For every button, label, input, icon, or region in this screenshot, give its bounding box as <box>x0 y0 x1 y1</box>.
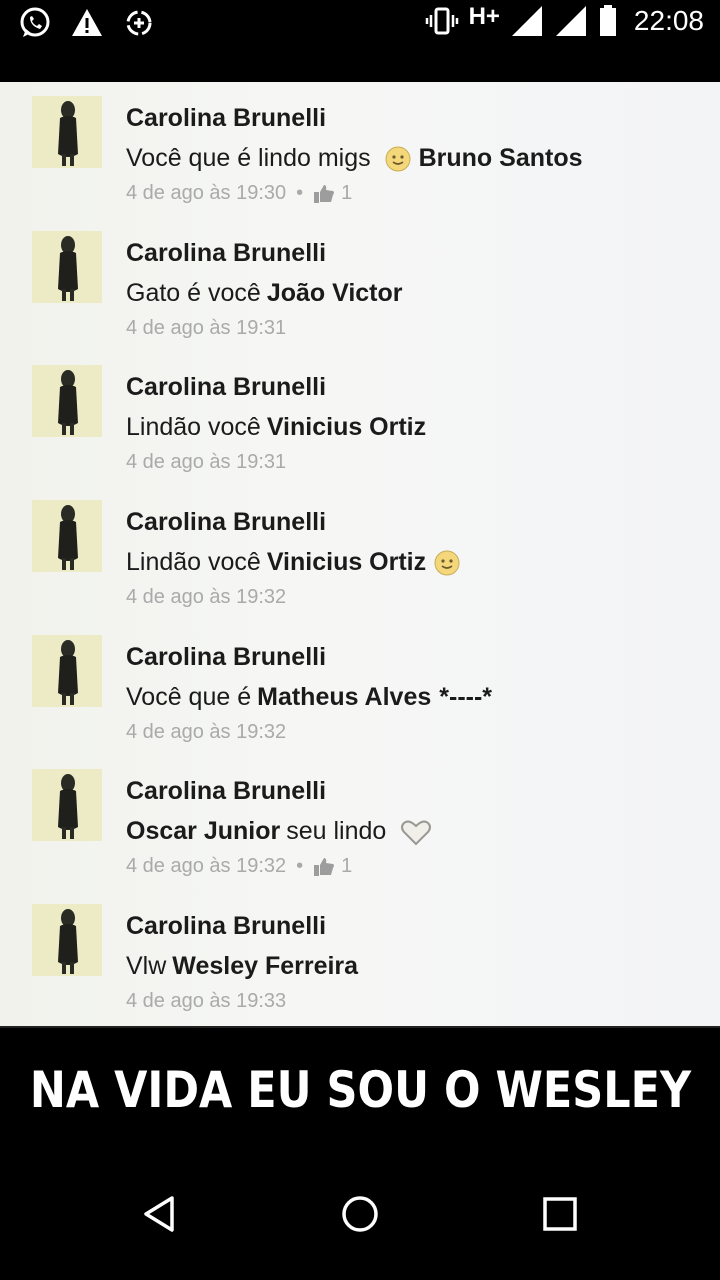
comment-meta: 4 de ago às 19:32 • 1 <box>126 855 352 878</box>
home-circle-icon <box>340 1194 380 1239</box>
comment-timestamp[interactable]: 4 de ago às 19:32 <box>126 721 286 744</box>
comment-text: Lindão você Vinicius Ortiz <box>126 413 426 442</box>
mention-link[interactable]: João Victor <box>267 279 403 308</box>
comment-timestamp[interactable]: 4 de ago às 19:31 <box>126 317 286 340</box>
comment-timestamp[interactable]: 4 de ago às 19:30 <box>126 182 286 205</box>
comment-author[interactable]: Carolina Brunelli <box>126 912 326 941</box>
meme-caption: NA VIDA EU SOU O WESLEY <box>0 1026 720 1152</box>
recents-button[interactable] <box>530 1186 590 1246</box>
comment-timestamp[interactable]: 4 de ago às 19:32 <box>126 855 286 878</box>
mention-link[interactable]: Bruno Santos <box>419 144 583 173</box>
avatar[interactable] <box>32 231 102 303</box>
comment-feed: Carolina Brunelli Você que é lindo migs … <box>0 82 720 1026</box>
data-saver-icon <box>122 6 156 40</box>
comment-timestamp[interactable]: 4 de ago às 19:31 <box>126 451 286 474</box>
comment-meta: 4 de ago às 19:32 <box>126 586 286 609</box>
comment: Carolina Brunelli Oscar Junior seu lindo… <box>0 755 720 889</box>
comment-body: Vlw <box>126 952 167 980</box>
clock: 22:08 <box>633 5 704 36</box>
comment-body: seu lindo <box>286 817 387 845</box>
comment-body: Lindão você <box>126 548 261 576</box>
avatar[interactable] <box>32 96 102 168</box>
heart-icon <box>400 818 432 846</box>
mention-link[interactable]: Vinicius Ortiz <box>267 548 426 577</box>
avatar[interactable] <box>32 769 102 841</box>
comment-body: Você que é <box>126 683 252 711</box>
comment-author[interactable]: Carolina Brunelli <box>126 777 326 806</box>
status-bar: H+ 22:08 <box>0 0 720 52</box>
back-triangle-icon <box>140 1194 180 1239</box>
comment-emoticon: *----* <box>439 683 493 711</box>
vibrate-icon <box>425 4 459 38</box>
smile-emoji-icon <box>434 550 460 576</box>
comment-author[interactable]: Carolina Brunelli <box>126 239 326 268</box>
comment-meta: 4 de ago às 19:32 <box>126 721 286 744</box>
comment: Carolina Brunelli Lindão você Vinicius O… <box>0 351 720 485</box>
comment-text: Gato é você João Victor <box>126 279 403 308</box>
avatar[interactable] <box>32 635 102 707</box>
comment-body: Você que é lindo migs <box>126 144 371 172</box>
mention-link[interactable]: Oscar Junior <box>126 817 280 846</box>
comment-meta: 4 de ago às 19:30 • 1 <box>126 182 352 205</box>
network-type: H+ <box>468 3 500 30</box>
comment-timestamp[interactable]: 4 de ago às 19:33 <box>126 990 286 1013</box>
comment-text: Você que é Matheus Alves *----* <box>126 683 492 712</box>
comment-author[interactable]: Carolina Brunelli <box>126 643 326 672</box>
thumbs-up-icon <box>313 184 335 204</box>
avatar[interactable] <box>32 904 102 976</box>
navigation-bar <box>0 1152 720 1280</box>
comment-body: Gato é você <box>126 279 261 307</box>
smile-emoji-icon <box>385 146 411 172</box>
comment-author[interactable]: Carolina Brunelli <box>126 508 326 537</box>
mention-link[interactable]: Vinicius Ortiz <box>267 413 426 442</box>
comment: Carolina Brunelli Vlw Wesley Ferreira 4 … <box>0 890 720 1024</box>
recents-square-icon <box>540 1194 580 1239</box>
comment-body: Lindão você <box>126 413 261 441</box>
warning-icon <box>70 6 104 40</box>
caption-text: NA VIDA EU SOU O WESLEY <box>29 1061 691 1119</box>
comment: Carolina Brunelli Gato é você João Victo… <box>0 217 720 351</box>
meta-separator: • <box>296 182 304 204</box>
avatar[interactable] <box>32 365 102 437</box>
comment-author[interactable]: Carolina Brunelli <box>126 373 326 402</box>
meta-separator: • <box>296 855 304 877</box>
back-button[interactable] <box>130 1186 190 1246</box>
mention-link[interactable]: Matheus Alves <box>257 683 431 712</box>
whatsapp-icon <box>18 6 52 40</box>
comment-text: Lindão você Vinicius Ortiz <box>126 548 468 577</box>
signal-icon <box>510 4 544 38</box>
comment-meta: 4 de ago às 19:33 <box>126 990 286 1013</box>
comment-meta: 4 de ago às 19:31 <box>126 451 286 474</box>
avatar[interactable] <box>32 500 102 572</box>
signal-icon <box>554 4 588 38</box>
battery-icon <box>598 4 618 38</box>
thumbs-up-icon <box>313 857 335 877</box>
comment: Carolina Brunelli Você que é lindo migs … <box>0 82 720 216</box>
comment-text: Você que é lindo migs Bruno Santos <box>126 144 583 173</box>
mention-link[interactable]: Wesley Ferreira <box>172 952 358 981</box>
like-count[interactable]: 1 <box>341 182 352 205</box>
comment-text: Vlw Wesley Ferreira <box>126 952 358 981</box>
like-count[interactable]: 1 <box>341 855 352 878</box>
comment: Carolina Brunelli Você que é Matheus Alv… <box>0 621 720 755</box>
comment-meta: 4 de ago às 19:31 <box>126 317 286 340</box>
comment-timestamp[interactable]: 4 de ago às 19:32 <box>126 586 286 609</box>
comment: Carolina Brunelli Lindão você Vinicius O… <box>0 486 720 620</box>
comment-text: Oscar Junior seu lindo <box>126 817 432 846</box>
home-button[interactable] <box>330 1186 390 1246</box>
comment-author[interactable]: Carolina Brunelli <box>126 104 326 133</box>
